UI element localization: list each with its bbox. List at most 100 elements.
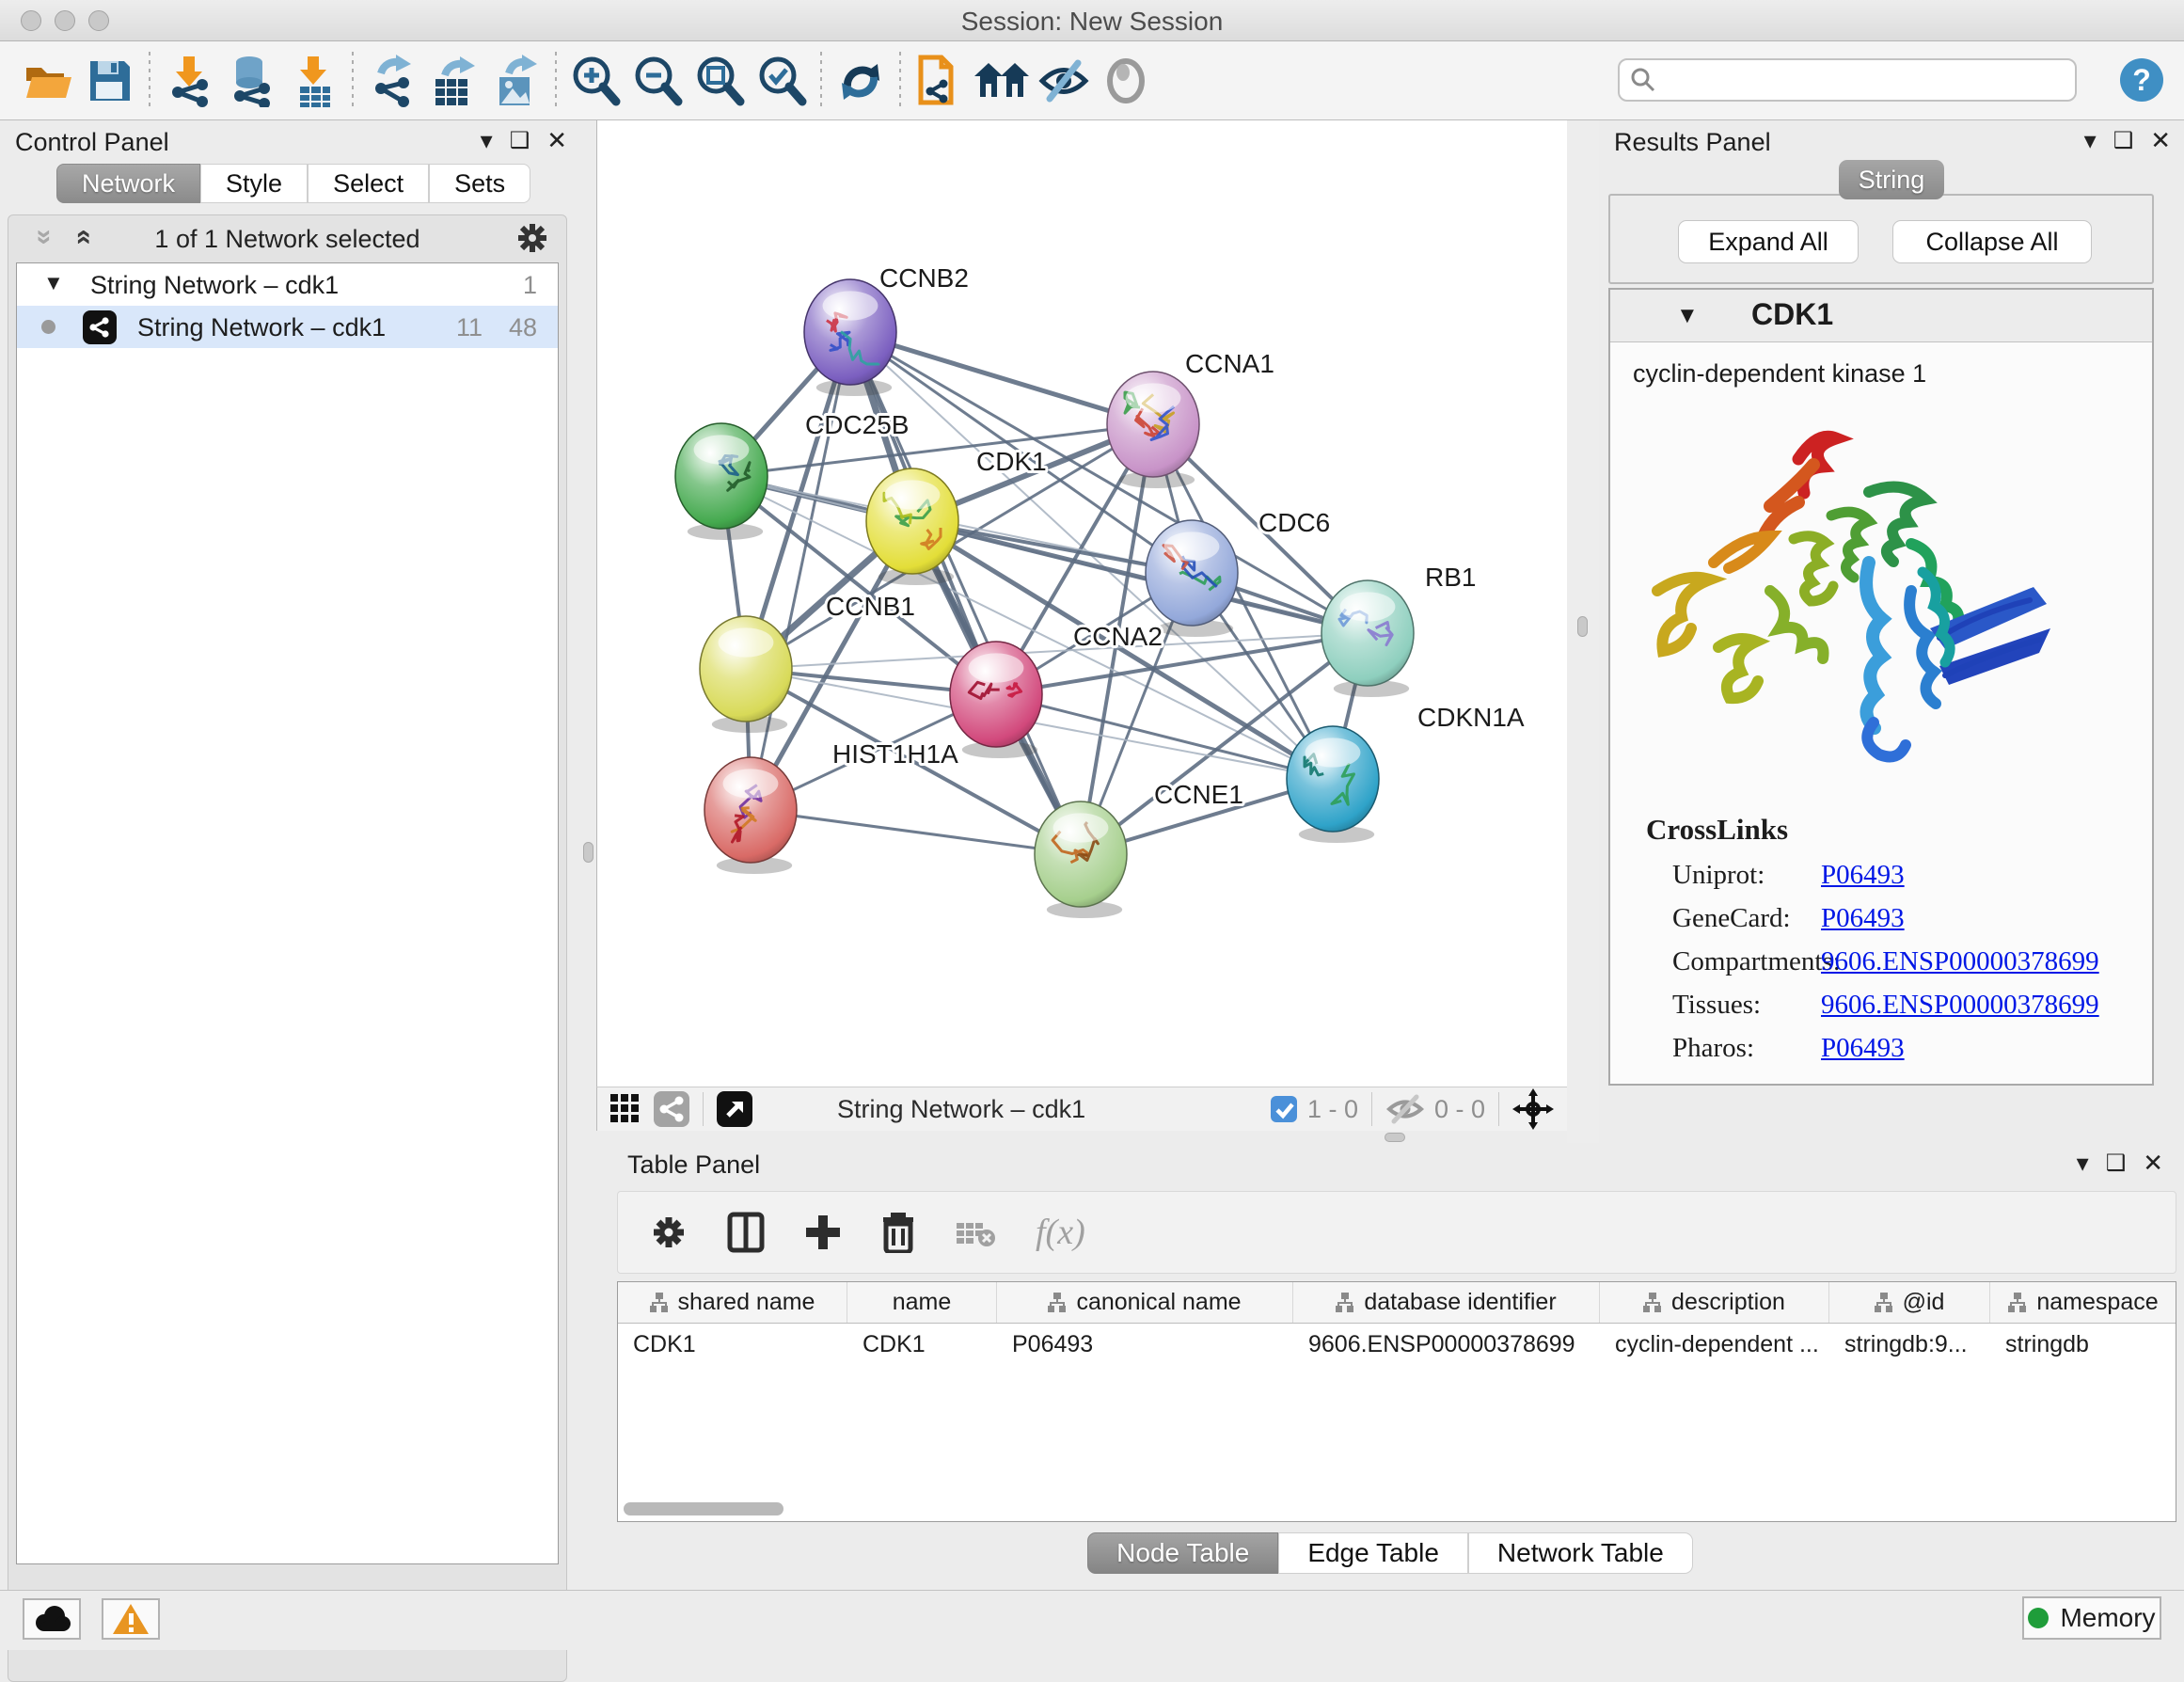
tab-network-table[interactable]: Network Table xyxy=(1468,1532,1693,1574)
float-panel-icon[interactable]: ❑ xyxy=(2113,127,2134,154)
results-panel-splitter[interactable] xyxy=(1567,120,1599,1143)
current-network-name: String Network – cdk1 xyxy=(837,1095,1085,1124)
table-cell[interactable]: cyclin-dependent ... xyxy=(1600,1324,1829,1366)
refresh-icon[interactable] xyxy=(830,50,892,112)
open-session-icon[interactable] xyxy=(17,50,79,112)
show-orb-icon[interactable] xyxy=(1095,50,1157,112)
pan-crosshair-icon[interactable] xyxy=(1512,1088,1554,1130)
table-row[interactable]: CDK1CDK1P064939606.ENSP00000378699cyclin… xyxy=(618,1324,2176,1366)
close-panel-icon[interactable]: ✕ xyxy=(2143,1149,2163,1178)
collapse-all-button[interactable]: Collapse All xyxy=(1892,220,2092,263)
collapse-collection-icon[interactable]: ▼ xyxy=(43,271,64,295)
columns-icon[interactable] xyxy=(727,1212,765,1253)
home-icon[interactable] xyxy=(971,50,1033,112)
column-header-@id[interactable]: @id xyxy=(1829,1282,1990,1323)
zoom-fit-icon[interactable] xyxy=(688,50,751,112)
toolbar-separator xyxy=(352,52,354,110)
function-icon[interactable]: f(x) xyxy=(1036,1212,1085,1253)
close-panel-icon[interactable]: ✕ xyxy=(2150,126,2171,155)
table-cell[interactable]: CDK1 xyxy=(618,1324,847,1366)
crosslink-link[interactable]: 9606.ENSP00000378699 xyxy=(1821,990,2099,1033)
close-panel-icon[interactable]: ✕ xyxy=(546,126,567,155)
network-node-CCNE1[interactable] xyxy=(1035,801,1127,918)
column-header-name[interactable]: name xyxy=(847,1282,997,1323)
cloud-icon[interactable] xyxy=(23,1598,81,1640)
search-input[interactable] xyxy=(1657,61,2075,99)
import-table-icon[interactable] xyxy=(282,50,344,112)
tab-edge-table[interactable]: Edge Table xyxy=(1278,1532,1468,1574)
node-label-CDC6: CDC6 xyxy=(1258,508,1330,537)
table-cell[interactable]: P06493 xyxy=(997,1324,1293,1366)
tab-sets[interactable]: Sets xyxy=(429,164,530,203)
table-cell[interactable]: CDK1 xyxy=(847,1324,997,1366)
string-document-icon[interactable] xyxy=(909,50,971,112)
open-in-new-window-icon[interactable] xyxy=(717,1091,752,1127)
table-cell[interactable]: 9606.ENSP00000378699 xyxy=(1293,1324,1600,1366)
column-header-namespace[interactable]: namespace xyxy=(1990,1282,2176,1323)
column-header-description[interactable]: description xyxy=(1600,1282,1829,1323)
strip-separator xyxy=(1498,1092,1499,1126)
float-panel-icon[interactable]: ❑ xyxy=(510,127,530,154)
tab-node-table[interactable]: Node Table xyxy=(1087,1532,1278,1574)
panel-menu-icon[interactable]: ▾ xyxy=(481,126,493,155)
network-row-selected[interactable]: String Network – cdk1 11 48 xyxy=(17,306,558,348)
network-edge-CCNB2-HIST1H1A xyxy=(751,332,850,810)
control-panel-splitter[interactable] xyxy=(580,120,596,1143)
add-icon[interactable] xyxy=(804,1214,842,1251)
float-panel-icon[interactable]: ❑ xyxy=(2106,1150,2127,1177)
export-network-icon[interactable] xyxy=(361,50,423,112)
table-cell[interactable]: stringdb xyxy=(1990,1324,2176,1366)
delete-table-icon[interactable] xyxy=(955,1215,996,1249)
search-field[interactable] xyxy=(1618,58,2077,102)
network-node-CDC25B[interactable] xyxy=(675,423,768,540)
node-label-CCNA2: CCNA2 xyxy=(1073,622,1163,651)
table-cell[interactable]: stringdb:9... xyxy=(1829,1324,1990,1366)
save-session-icon[interactable] xyxy=(79,50,141,112)
zoom-out-icon[interactable] xyxy=(626,50,688,112)
crosslink-link[interactable]: P06493 xyxy=(1821,1033,1905,1076)
crosslinks-heading: CrossLinks xyxy=(1646,813,2135,847)
table-horizontal-scrollbar[interactable] xyxy=(624,1502,783,1515)
import-network-file-icon[interactable] xyxy=(158,50,220,112)
results-actions-box: Expand All Collapse All xyxy=(1608,194,2154,284)
panel-menu-icon[interactable]: ▾ xyxy=(2077,1149,2089,1178)
network-node-HIST1H1A[interactable] xyxy=(704,757,797,874)
crosslink-link[interactable]: P06493 xyxy=(1821,860,1905,903)
network-node-CCNB2[interactable] xyxy=(804,279,896,396)
import-network-database-icon[interactable] xyxy=(220,50,282,112)
gear-icon[interactable] xyxy=(650,1214,688,1251)
share-network-icon[interactable] xyxy=(654,1091,689,1127)
warning-icon[interactable] xyxy=(102,1598,160,1640)
tab-select[interactable]: Select xyxy=(308,164,429,203)
memory-button[interactable]: Memory xyxy=(2022,1596,2161,1640)
column-header-database-identifier[interactable]: database identifier xyxy=(1293,1282,1600,1323)
crosslink-link[interactable]: P06493 xyxy=(1821,903,1905,946)
export-image-icon[interactable] xyxy=(485,50,547,112)
trash-icon[interactable] xyxy=(881,1212,915,1253)
network-node-CCNA1[interactable] xyxy=(1107,372,1199,488)
network-collection-row[interactable]: ▼ String Network – cdk1 1 xyxy=(17,263,558,306)
network-node-CDKN1A[interactable] xyxy=(1287,726,1379,843)
network-options-gear-icon[interactable] xyxy=(515,221,549,255)
zoom-selected-icon[interactable] xyxy=(751,50,813,112)
help-icon[interactable]: ? xyxy=(2118,56,2165,108)
expand-all-button[interactable]: Expand All xyxy=(1678,220,1859,263)
tab-style[interactable]: Style xyxy=(200,164,308,203)
network-node-CCNA2[interactable] xyxy=(950,642,1042,758)
birds-eye-grid-icon[interactable] xyxy=(609,1092,642,1126)
crosslink-label: GeneCard: xyxy=(1646,903,1821,946)
hide-selected-icon[interactable] xyxy=(1033,50,1095,112)
column-header-shared-name[interactable]: shared name xyxy=(618,1282,847,1323)
zoom-in-icon[interactable] xyxy=(564,50,626,112)
network-canvas[interactable]: CCNB2CCNA1CDC25BCDK1CDC6RB1CCNB1CCNA2CDK… xyxy=(596,120,1567,1087)
column-header-canonical-name[interactable]: canonical name xyxy=(997,1282,1293,1323)
crosslink-link[interactable]: 9606.ENSP00000378699 xyxy=(1821,946,2099,990)
network-node-CCNB1[interactable] xyxy=(700,616,792,733)
network-node-RB1[interactable] xyxy=(1321,580,1414,697)
tab-network[interactable]: Network xyxy=(56,164,200,203)
panel-menu-icon[interactable]: ▾ xyxy=(2084,126,2097,155)
collapse-card-icon[interactable]: ▼ xyxy=(1676,303,1699,329)
selected-checkbox-icon[interactable] xyxy=(1270,1095,1298,1123)
tab-string[interactable]: String xyxy=(1839,160,1944,199)
export-table-icon[interactable] xyxy=(423,50,485,112)
